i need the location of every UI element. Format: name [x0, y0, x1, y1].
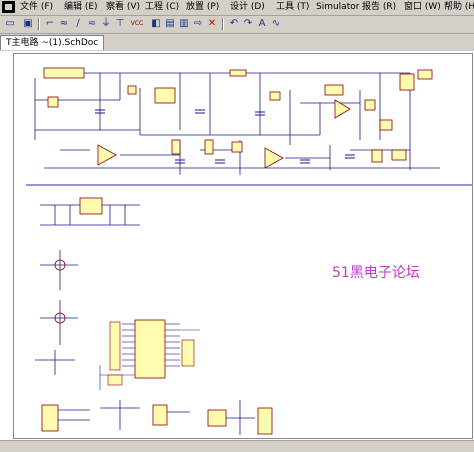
menu-place[interactable]: 放置 (P): [186, 1, 219, 13]
wire-icon[interactable]: ⌐: [44, 18, 56, 30]
menu-window[interactable]: 窗口 (W): [404, 1, 441, 13]
redo-icon[interactable]: ↷: [242, 18, 254, 30]
no-erc-icon[interactable]: ✕: [206, 18, 218, 30]
sim-icon[interactable]: ∿: [270, 18, 282, 30]
app-system-icon[interactable]: [2, 1, 15, 13]
sheet-symbol-icon[interactable]: ▤: [164, 18, 176, 30]
bus-entry-icon[interactable]: ∕: [72, 18, 84, 30]
bus-icon[interactable]: ≈: [58, 18, 70, 30]
vcc-label: VCC: [130, 20, 144, 27]
open-icon[interactable]: ▭: [4, 18, 16, 30]
part-icon[interactable]: ◧: [150, 18, 162, 30]
power-port-icon[interactable]: ⊤: [114, 18, 126, 30]
menu-file[interactable]: 文件 (F): [20, 1, 53, 13]
status-bar: [0, 440, 474, 452]
document-tab-bar: T主电路 ~(1).SchDoc: [0, 34, 474, 50]
menu-design[interactable]: 设计 (D): [230, 1, 265, 13]
toolbar-separator: [38, 18, 40, 31]
menu-project[interactable]: 工程 (C): [145, 1, 179, 13]
save-icon[interactable]: ▣: [22, 18, 34, 30]
menu-view[interactable]: 察看 (V): [106, 1, 140, 13]
undo-icon[interactable]: ↶: [228, 18, 240, 30]
toolbar: ▭ ▣ ⌐ ≈ ∕ ≂ ⏚ ⊤ VCC ◧ ▤ ▥ ⇨ ✕ ↶ ↷ A ∿: [0, 16, 474, 34]
ground-icon[interactable]: ⏚: [100, 18, 112, 30]
watermark-text: 51黑电子论坛: [332, 265, 420, 281]
menu-report[interactable]: 报告 (R): [362, 1, 396, 13]
toolbar-separator: [222, 18, 224, 31]
menu-bar: 文件 (F) 编辑 (E) 察看 (V) 工程 (C) 放置 (P) 设计 (D…: [0, 0, 474, 16]
schematic-canvas[interactable]: [0, 51, 474, 451]
menu-simulator[interactable]: Simulator: [316, 1, 359, 13]
sheet-entry-icon[interactable]: ▥: [178, 18, 190, 30]
sheet-border: [13, 53, 473, 439]
menu-edit[interactable]: 编辑 (E): [64, 1, 98, 13]
port-icon[interactable]: ⇨: [192, 18, 204, 30]
menu-help[interactable]: 帮助 (H): [444, 1, 474, 13]
text-icon[interactable]: A: [256, 18, 268, 30]
menu-tools[interactable]: 工具 (T): [276, 1, 309, 13]
document-tab[interactable]: T主电路 ~(1).SchDoc: [0, 35, 105, 50]
net-label-icon[interactable]: ≂: [86, 18, 98, 30]
